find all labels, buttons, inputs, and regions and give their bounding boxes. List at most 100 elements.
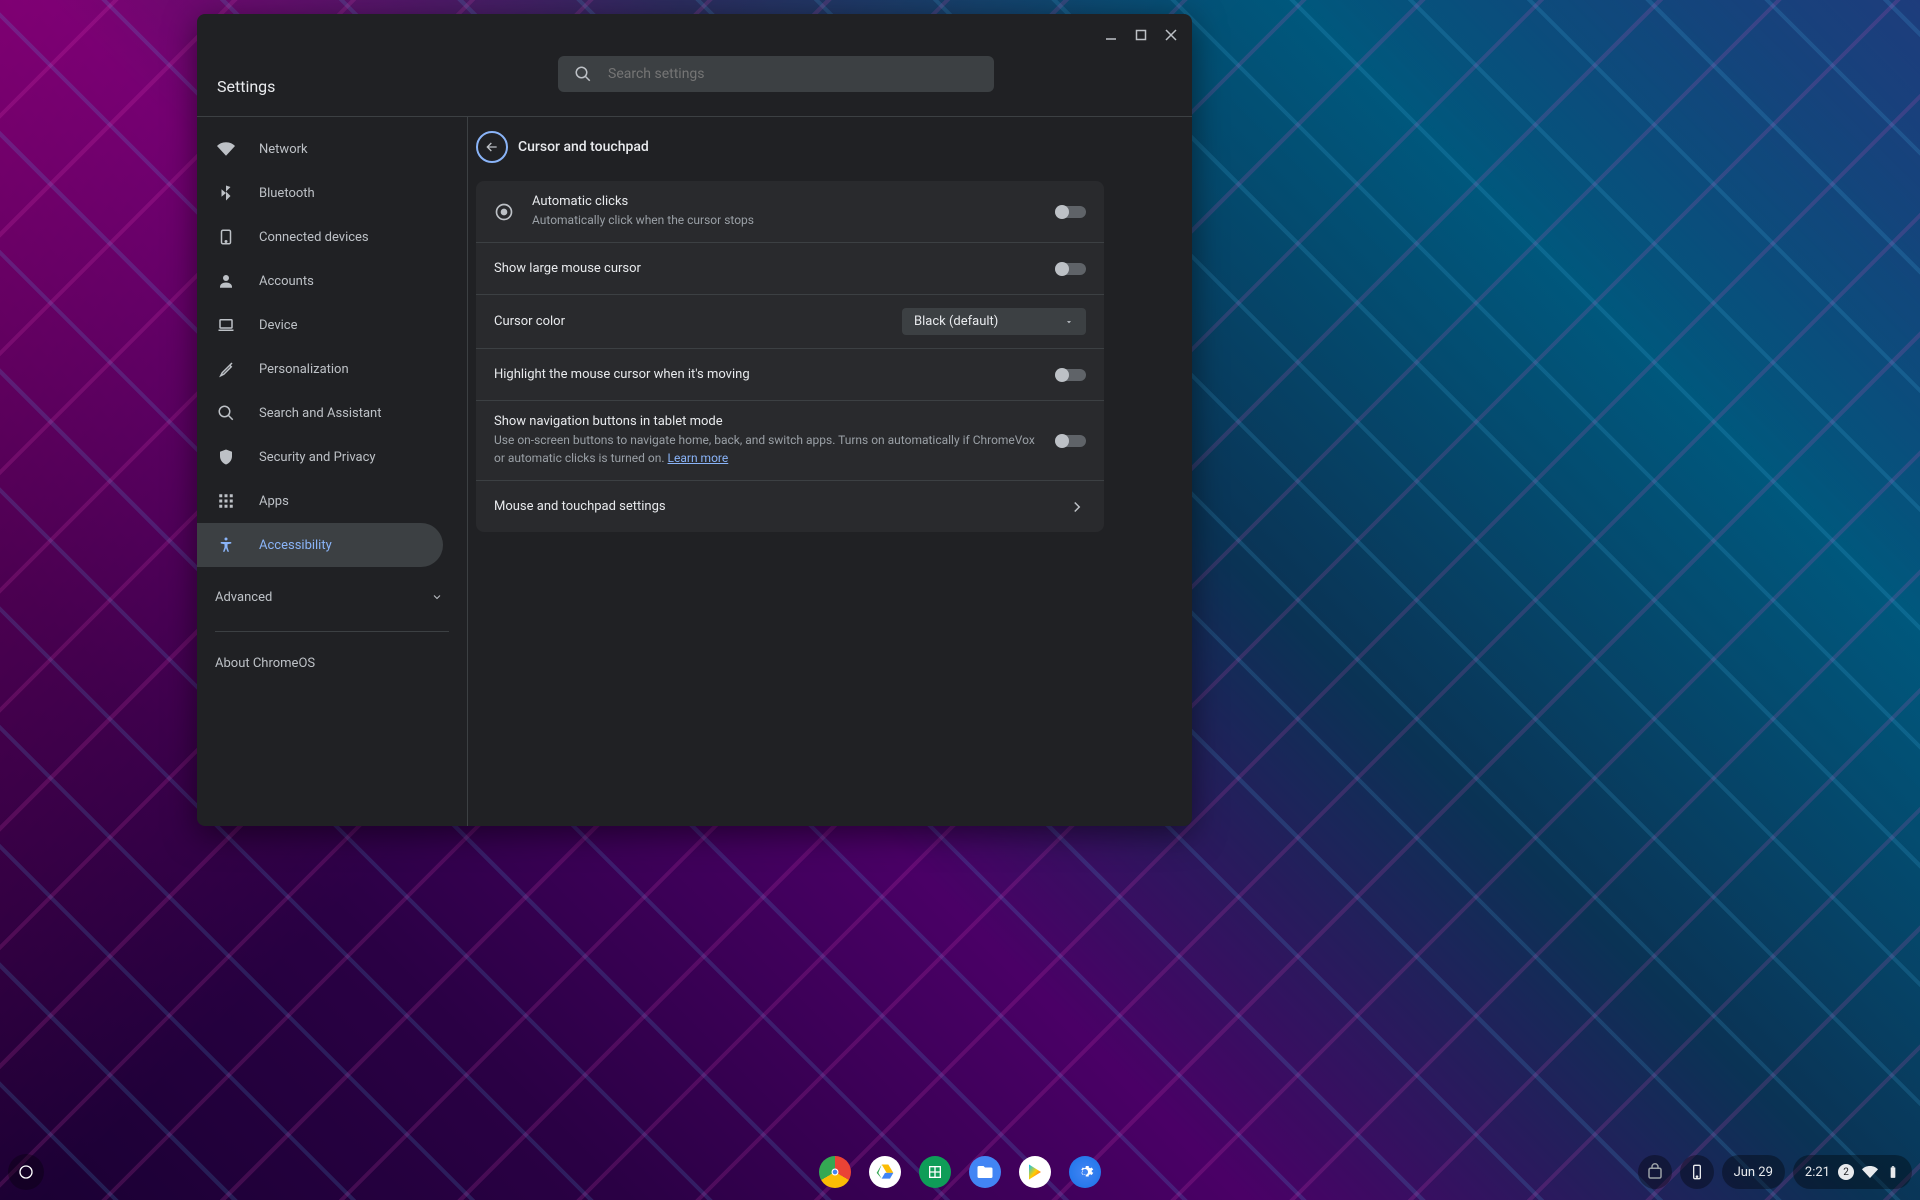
content-area: Cursor and touchpad Automatic clicks Aut… — [467, 117, 1192, 826]
row-large-cursor: Show large mouse cursor — [476, 242, 1104, 294]
shelf: Jun 29 2:21 2 — [0, 1144, 1920, 1200]
sidebar-item-label: Apps — [259, 494, 289, 509]
row-title: Mouse and touchpad settings — [494, 499, 1050, 514]
row-automatic-clicks: Automatic clicks Automatically click whe… — [476, 181, 1104, 242]
chrome-app[interactable] — [819, 1156, 851, 1188]
sheets-app[interactable] — [919, 1156, 951, 1188]
maximize-icon — [1135, 29, 1147, 41]
sidebar-item-network[interactable]: Network — [197, 127, 443, 171]
about-label: About ChromeOS — [215, 656, 315, 671]
settings-card: Automatic clicks Automatically click whe… — [476, 181, 1104, 532]
date-label: Jun 29 — [1734, 1165, 1773, 1180]
chrome-icon — [828, 1165, 842, 1179]
sidebar-divider — [215, 631, 449, 632]
row-body: Mouse and touchpad settings — [494, 499, 1050, 514]
sidebar-item-label: Accounts — [259, 274, 314, 289]
row-title: Cursor color — [494, 314, 884, 329]
tote-tray[interactable] — [1638, 1155, 1672, 1189]
toggle-highlight[interactable] — [1056, 369, 1086, 381]
select-value: Black (default) — [914, 314, 998, 329]
phone-icon — [1689, 1164, 1705, 1180]
sidebar-item-accounts[interactable]: Accounts — [197, 259, 443, 303]
sidebar-item-device[interactable]: Device — [197, 303, 443, 347]
close-button[interactable] — [1156, 20, 1186, 50]
row-title: Highlight the mouse cursor when it's mov… — [494, 367, 1038, 382]
wifi-icon — [217, 140, 235, 158]
target-icon — [494, 202, 514, 222]
play-icon — [1026, 1163, 1044, 1181]
row-body: Cursor color — [494, 314, 884, 329]
search-input[interactable] — [608, 66, 978, 82]
learn-more-link[interactable]: Learn more — [668, 451, 729, 465]
play-store-app[interactable] — [1019, 1156, 1051, 1188]
row-subtitle-text: Use on-screen buttons to navigate home, … — [494, 433, 1035, 465]
row-title: Show large mouse cursor — [494, 261, 1038, 276]
row-subtitle: Use on-screen buttons to navigate home, … — [494, 431, 1038, 467]
sidebar-about[interactable]: About ChromeOS — [197, 644, 467, 683]
sidebar-item-security-privacy[interactable]: Security and Privacy — [197, 435, 443, 479]
page-title: Cursor and touchpad — [518, 139, 649, 155]
sidebar-item-connected-devices[interactable]: Connected devices — [197, 215, 443, 259]
toggle-automatic-clicks[interactable] — [1056, 206, 1086, 218]
window-body: Network Bluetooth Connected devices Acco… — [197, 116, 1192, 826]
tote-icon — [1646, 1163, 1664, 1181]
brush-icon — [217, 360, 235, 378]
search-icon — [217, 404, 235, 422]
row-body: Show large mouse cursor — [494, 261, 1038, 276]
phone-hub[interactable] — [1680, 1155, 1714, 1189]
search-box[interactable] — [558, 56, 994, 92]
laptop-icon — [217, 316, 235, 334]
window-titlebar — [197, 14, 1192, 56]
cursor-color-select[interactable]: Black (default) — [902, 308, 1086, 335]
row-title: Automatic clicks — [532, 194, 1038, 209]
toggle-nav-buttons[interactable] — [1056, 435, 1086, 447]
advanced-label: Advanced — [215, 590, 272, 605]
sidebar-item-label: Search and Assistant — [259, 406, 382, 421]
time-label: 2:21 — [1805, 1165, 1830, 1180]
chevron-right-icon — [1068, 498, 1086, 516]
row-body: Highlight the mouse cursor when it's mov… — [494, 367, 1038, 382]
row-highlight-cursor: Highlight the mouse cursor when it's mov… — [476, 348, 1104, 400]
accessibility-icon — [217, 536, 235, 554]
row-cursor-color: Cursor color Black (default) — [476, 294, 1104, 348]
minimize-button[interactable] — [1096, 20, 1126, 50]
launcher-button[interactable] — [8, 1154, 44, 1190]
wifi-icon — [1862, 1164, 1878, 1180]
notification-badge: 2 — [1838, 1164, 1854, 1180]
devices-icon — [217, 228, 235, 246]
status-tray[interactable]: 2:21 2 — [1793, 1155, 1912, 1189]
sidebar-advanced[interactable]: Advanced — [197, 575, 467, 619]
sidebar-item-search-assistant[interactable]: Search and Assistant — [197, 391, 443, 435]
date-tray[interactable]: Jun 29 — [1722, 1155, 1785, 1189]
row-body: Automatic clicks Automatically click whe… — [532, 194, 1038, 229]
settings-app[interactable] — [1069, 1156, 1101, 1188]
toggle-large-cursor[interactable] — [1056, 263, 1086, 275]
files-app[interactable] — [969, 1156, 1001, 1188]
search-icon — [574, 65, 592, 83]
row-body: Show navigation buttons in tablet mode U… — [494, 414, 1038, 467]
shield-icon — [217, 448, 235, 466]
sidebar: Network Bluetooth Connected devices Acco… — [197, 117, 467, 826]
person-icon — [217, 272, 235, 290]
row-title: Show navigation buttons in tablet mode — [494, 414, 1038, 429]
sidebar-item-bluetooth[interactable]: Bluetooth — [197, 171, 443, 215]
window-header: Settings — [197, 56, 1192, 116]
battery-icon — [1886, 1165, 1900, 1179]
sidebar-item-label: Security and Privacy — [259, 450, 376, 465]
sidebar-item-personalization[interactable]: Personalization — [197, 347, 443, 391]
row-mouse-touchpad[interactable]: Mouse and touchpad settings — [476, 480, 1104, 532]
page-header: Cursor and touchpad — [476, 125, 1104, 181]
sidebar-item-label: Accessibility — [259, 538, 332, 553]
close-icon — [1165, 29, 1177, 41]
settings-window: Settings Network Bluetooth Connected dev… — [197, 14, 1192, 826]
maximize-button[interactable] — [1126, 20, 1156, 50]
back-button[interactable] — [476, 131, 508, 163]
sheets-icon — [927, 1164, 943, 1180]
drive-app[interactable] — [869, 1156, 901, 1188]
sidebar-item-label: Device — [259, 318, 298, 333]
sidebar-item-apps[interactable]: Apps — [197, 479, 443, 523]
sidebar-item-accessibility[interactable]: Accessibility — [197, 523, 443, 567]
minimize-icon — [1105, 29, 1117, 41]
app-title: Settings — [217, 77, 275, 96]
sidebar-item-label: Network — [259, 142, 308, 157]
